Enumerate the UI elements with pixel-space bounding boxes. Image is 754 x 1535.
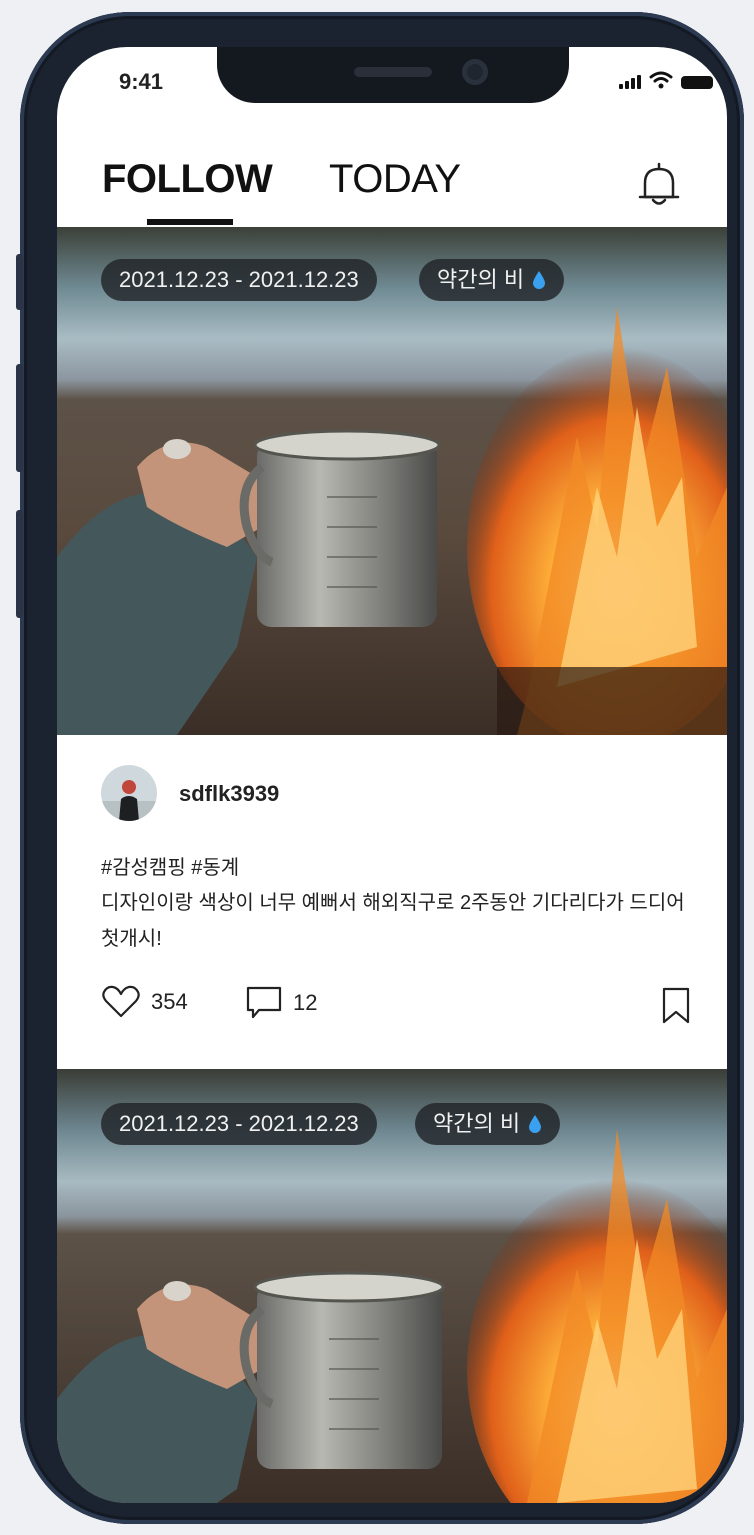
active-tab-indicator — [147, 219, 233, 225]
mute-switch — [16, 254, 23, 310]
avatar[interactable] — [101, 765, 157, 821]
post-actions: 354 12 — [101, 985, 691, 1029]
raindrop-icon — [533, 271, 546, 289]
comment-button[interactable]: 12 — [245, 985, 317, 1021]
post-hashtags[interactable]: #감성캠핑 #동계 — [101, 851, 239, 880]
post-photo[interactable]: 2021.12.23 - 2021.12.23 약간의 비 — [57, 227, 727, 735]
bell-icon[interactable] — [637, 161, 681, 209]
notch — [217, 47, 569, 103]
app-screen: 9:41 FOLLOW TODAY 2021.12.23 - 2021.12.2… — [57, 47, 727, 1503]
battery-icon — [681, 76, 713, 89]
signal-icon — [619, 75, 641, 89]
post-card: sdflk3939 #감성캠핑 #동계 디자인이랑 색상이 너무 예뻐서 해외직… — [57, 735, 727, 1067]
like-button[interactable]: 354 — [101, 985, 188, 1019]
status-icons — [619, 71, 713, 89]
date-range-chip: 2021.12.23 - 2021.12.23 — [101, 1103, 377, 1145]
post-caption: 디자인이랑 색상이 너무 예뻐서 해외직구로 2주동안 기다리다가 드디어 첫개… — [101, 892, 685, 950]
bookmark-icon[interactable] — [661, 987, 691, 1025]
comment-count: 12 — [293, 990, 318, 1015]
weather-chip: 약간의 비 — [415, 1103, 561, 1145]
raindrop-icon — [529, 1115, 542, 1133]
comment-icon — [246, 986, 282, 1019]
tab-today[interactable]: TODAY — [329, 157, 461, 202]
username[interactable]: sdflk3939 — [179, 781, 279, 807]
tab-follow[interactable]: FOLLOW — [102, 157, 273, 202]
campfire-mug-photo — [57, 227, 727, 735]
post-photo[interactable]: 2021.12.23 - 2021.12.23 약간의 비 — [57, 1069, 727, 1503]
weather-label: 약간의 비 — [433, 1111, 521, 1136]
volume-up-button — [16, 364, 23, 472]
feed-header: FOLLOW TODAY — [57, 147, 727, 227]
wifi-icon — [649, 71, 673, 89]
weather-chip: 약간의 비 — [419, 259, 565, 301]
weather-label: 약간의 비 — [437, 267, 525, 292]
date-range-chip: 2021.12.23 - 2021.12.23 — [101, 259, 377, 301]
speaker — [354, 67, 432, 77]
front-camera — [462, 59, 488, 85]
heart-icon — [102, 985, 140, 1018]
like-count: 354 — [151, 989, 188, 1014]
status-time: 9:41 — [119, 69, 164, 94]
volume-down-button — [16, 510, 23, 618]
